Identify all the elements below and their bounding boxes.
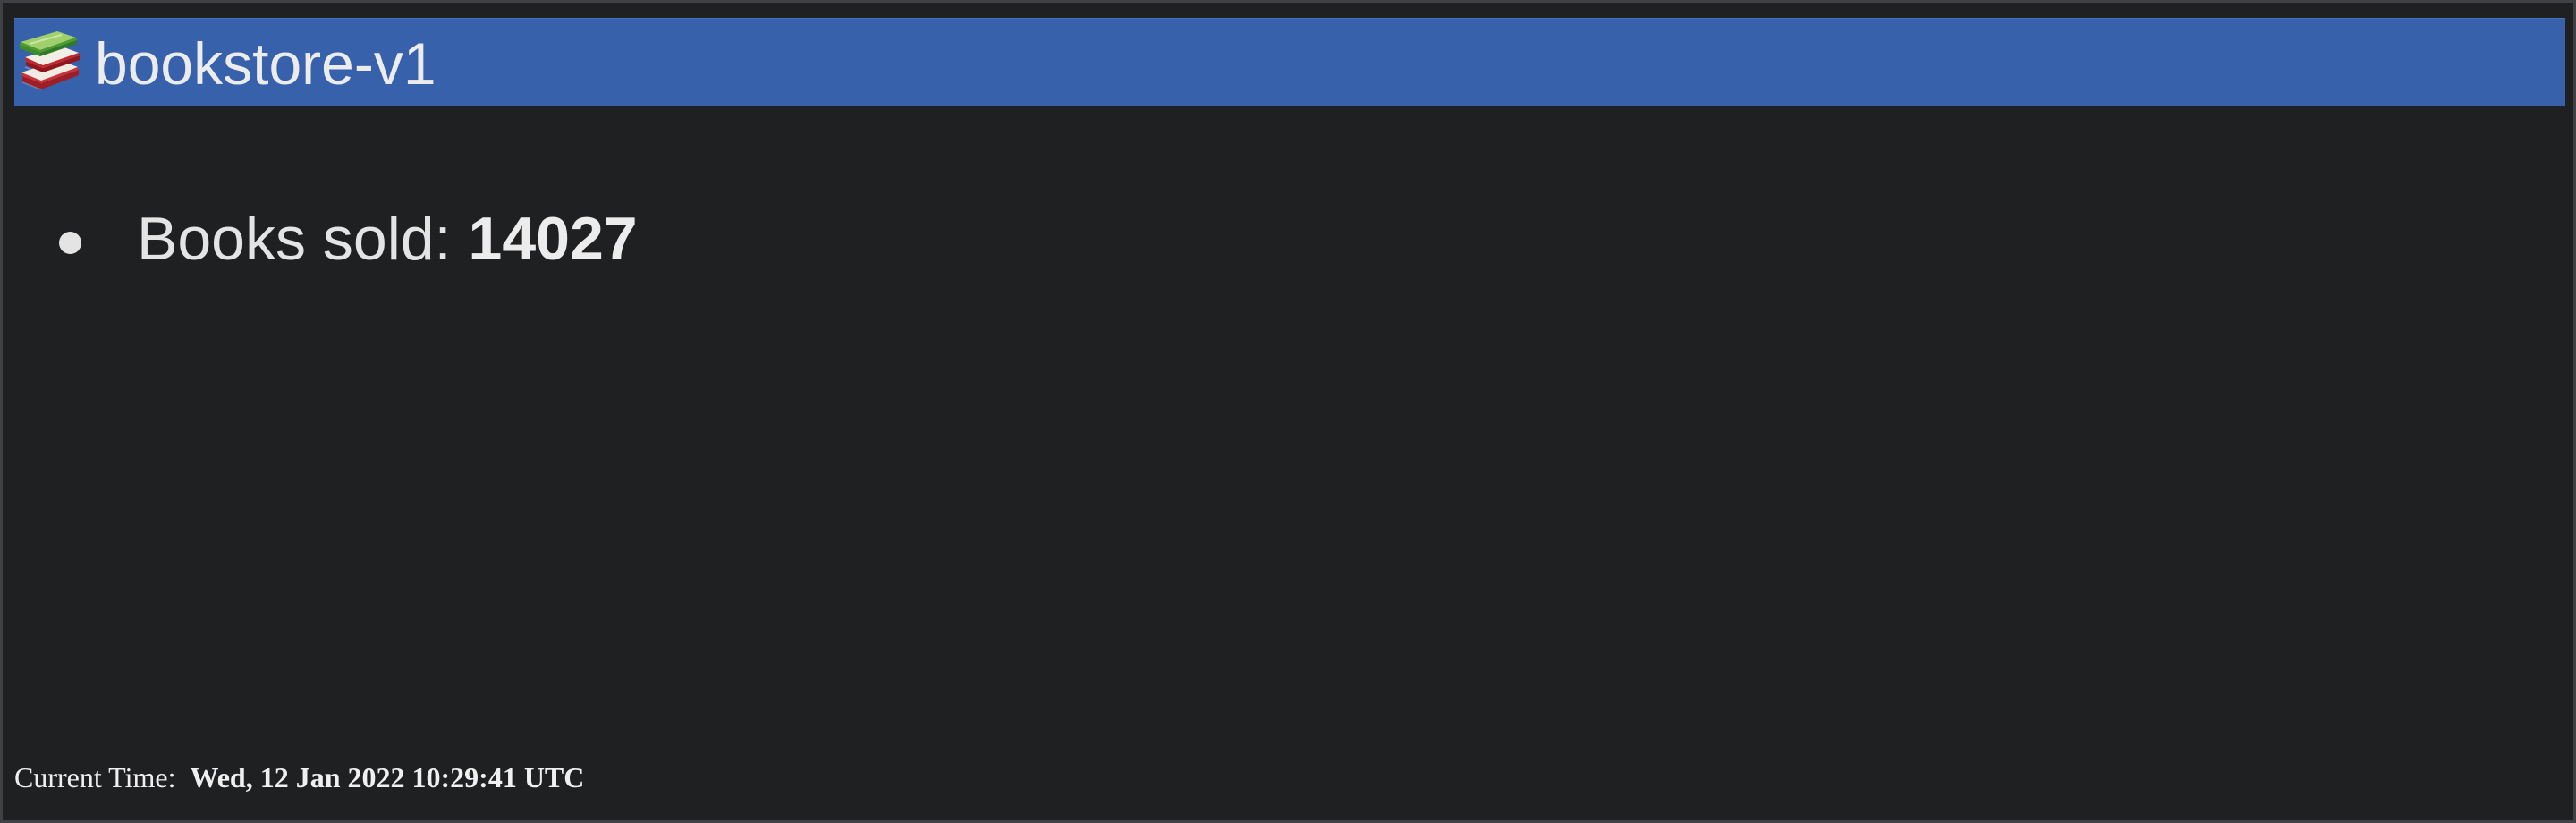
- page-title: bookstore-v1: [95, 30, 436, 97]
- books-icon: [20, 31, 80, 90]
- stats-list: Books sold: 14027: [56, 200, 638, 277]
- app-header: bookstore-v1: [14, 18, 2565, 106]
- list-item: Books sold: 14027: [56, 200, 638, 277]
- bullet-icon: [59, 232, 81, 254]
- current-time: Current Time: Wed, 12 Jan 2022 10:29:41 …: [14, 759, 584, 796]
- books-sold-value: 14027: [468, 205, 638, 273]
- page-frame: bookstore-v1 Books sold: 14027 Current T…: [0, 0, 2576, 823]
- current-time-value: Wed, 12 Jan 2022 10:29:41 UTC: [190, 761, 585, 793]
- current-time-label: Current Time:: [14, 761, 176, 793]
- books-sold-label: Books sold:: [137, 205, 452, 273]
